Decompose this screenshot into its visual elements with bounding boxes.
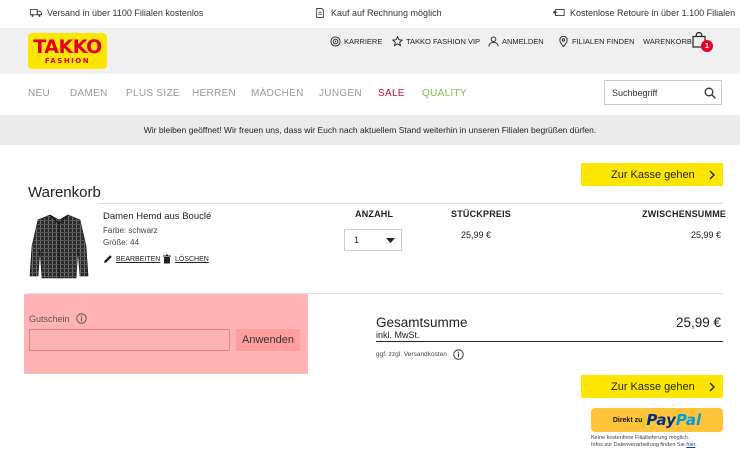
cart-header-divider	[98, 203, 723, 204]
search-box	[604, 80, 722, 105]
delete-item-label: LÖSCHEN	[175, 255, 209, 263]
nav-item-herren[interactable]: HERREN	[192, 88, 236, 99]
header-link-vip[interactable]: TAKKO FASHION VIP	[392, 28, 480, 54]
nav-item-plus-size[interactable]: PLUS SIZE	[126, 88, 180, 99]
user-icon	[488, 35, 499, 47]
unit-price: 25,99 €	[461, 230, 492, 240]
caret-down-icon	[386, 238, 395, 243]
quantity-select[interactable]: 1	[344, 229, 402, 251]
search-icon[interactable]	[704, 87, 716, 99]
shipping-note-row: ggf. zzgl. Versandkosten	[376, 349, 464, 360]
nav-item-damen[interactable]: DAMEN	[70, 88, 108, 99]
voucher-section: Gutschein Anwenden	[24, 294, 308, 374]
total-value: 25,99 €	[676, 315, 722, 330]
truck-icon	[30, 9, 42, 17]
logo-subtext: FASHION	[44, 56, 91, 65]
usp-invoice-text: Kauf auf Rechnung möglich	[331, 8, 442, 18]
privacy-info-link[interactable]: hier	[686, 442, 695, 448]
delete-item-link[interactable]: LÖSCHEN	[162, 254, 209, 264]
takko-logo[interactable]: TAKKO FASHION	[28, 33, 107, 69]
star-icon	[392, 35, 403, 46]
cart-button[interactable]: 1	[692, 31, 713, 52]
product-image[interactable]	[28, 212, 90, 282]
vat-note: inkl. MwSt.	[376, 330, 420, 340]
voucher-label-row: Gutschein	[29, 313, 87, 324]
cart-title: Warenkorb	[28, 184, 101, 201]
paypal-note-2: Infos zur Datenverarbeitung finden Sie	[591, 442, 685, 448]
column-header-qty: ANZAHL	[355, 209, 394, 219]
trash-icon	[163, 254, 171, 264]
product-size: Größe: 44	[103, 238, 140, 247]
nav-item-sale[interactable]: SALE	[378, 88, 405, 99]
checkout-button-top[interactable]: Zur Kasse gehen	[581, 163, 723, 186]
site-header: TAKKO FASHION KARRIERE TAKKO FASHION VIP…	[0, 28, 740, 74]
header-link-filialen[interactable]: FILIALEN FINDEN	[558, 28, 635, 54]
paypal-note-2-row: Infos zur Datenverarbeitung finden Sie h…	[591, 442, 697, 448]
usp-return: Kostenlose Retoure in über 1.100 Filiale…	[553, 8, 735, 18]
info-icon[interactable]	[453, 349, 464, 360]
checkout-button-bottom-label: Zur Kasse gehen	[611, 380, 695, 393]
header-link-anmelden[interactable]: ANMELDEN	[488, 28, 544, 54]
paypal-prefix: Direkt zu	[612, 416, 643, 424]
shirt-image	[29, 214, 89, 279]
store-notice-banner: Wir bleiben geöffnet! Wir freuen uns, da…	[0, 115, 740, 145]
usp-bar: Versand in über 1100 Filialen kostenlos …	[0, 0, 740, 28]
cart-count-badge: 1	[701, 40, 713, 52]
header-anmelden-label: ANMELDEN	[502, 36, 544, 46]
product-color: Farbe: schwarz	[103, 226, 158, 235]
header-link-warenkorb[interactable]: WARENKORB	[643, 28, 692, 54]
document-icon	[316, 8, 324, 18]
nav-item-quality[interactable]: QUALITY	[422, 88, 467, 99]
quantity-value: 1	[354, 235, 360, 245]
header-karriere-label: KARRIERE	[344, 36, 383, 46]
paypal-express-button[interactable]: Direkt zu Pay Pal	[591, 408, 723, 432]
search-input[interactable]	[605, 81, 695, 104]
logo-text: TAKKO	[33, 35, 102, 58]
paypal-note-period: .	[695, 442, 697, 448]
paypal-note-1: Keine kostenfreie Filiallieferung möglic…	[591, 435, 690, 441]
pencil-icon	[104, 255, 112, 263]
header-vip-label: TAKKO FASHION VIP	[406, 36, 481, 46]
location-pin-icon	[559, 35, 568, 47]
item-subtotal: 25,99 €	[691, 230, 722, 240]
shipping-note: ggf. zzgl. Versandkosten	[376, 351, 447, 358]
column-header-unit-price: STÜCKPREIS	[451, 209, 512, 219]
paypal-logo-pay: Pay	[646, 411, 676, 429]
chevron-right-icon	[709, 170, 715, 180]
header-filialen-label: FILIALEN FINDEN	[572, 36, 635, 46]
total-divider	[376, 341, 723, 342]
edit-item-link[interactable]: BEARBEITEN	[103, 254, 160, 264]
voucher-label: Gutschein	[29, 313, 70, 324]
header-warenkorb-label: WARENKORB	[643, 36, 692, 46]
header-link-karriere[interactable]: KARRIERE	[330, 28, 382, 54]
checkout-button-bottom[interactable]: Zur Kasse gehen	[581, 375, 723, 398]
usp-return-text: Kostenlose Retoure in über 1.100 Filiale…	[570, 8, 736, 18]
voucher-apply-button[interactable]: Anwenden	[236, 329, 300, 351]
usp-shipping: Versand in über 1100 Filialen kostenlos	[30, 8, 203, 18]
return-icon	[553, 9, 565, 16]
column-header-subtotal: ZWISCHENSUMME	[642, 209, 727, 219]
edit-item-label: BEARBEITEN	[116, 255, 161, 263]
usp-invoice: Kauf auf Rechnung möglich	[314, 8, 442, 18]
product-name[interactable]: Damen Hemd aus Bouclé	[103, 211, 211, 222]
nav-item-neu[interactable]: NEU	[28, 88, 50, 99]
nav-item-jungen[interactable]: JUNGEN	[319, 88, 362, 99]
checkout-button-top-label: Zur Kasse gehen	[611, 168, 695, 181]
total-label: Gesamtsumme	[376, 315, 468, 330]
store-notice-text: Wir bleiben geöffnet! Wir freuen uns, da…	[143, 125, 597, 135]
paypal-logo-pal: Pal	[675, 411, 702, 429]
nav-item-maedchen[interactable]: MÄDCHEN	[251, 88, 304, 99]
voucher-input[interactable]	[29, 329, 230, 351]
target-icon	[330, 35, 341, 47]
info-icon[interactable]	[75, 313, 87, 324]
usp-shipping-text: Versand in über 1100 Filialen kostenlos	[47, 8, 204, 18]
chevron-right-icon	[709, 382, 715, 392]
